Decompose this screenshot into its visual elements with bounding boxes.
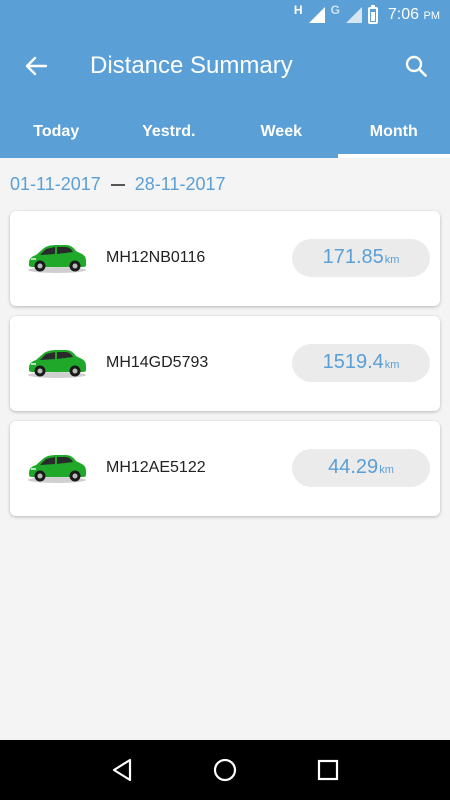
distance-value: 1519.4 xyxy=(322,351,384,373)
nav-home-button[interactable] xyxy=(205,750,245,790)
car-icon xyxy=(28,455,86,483)
tab-month[interactable]: Month xyxy=(337,112,450,158)
date-from[interactable]: 01-11-2017 xyxy=(10,174,101,195)
signal-icon xyxy=(308,7,325,23)
square-recents-icon xyxy=(318,759,339,781)
signal-icon xyxy=(345,7,362,23)
distance-badge: 1519.4 km xyxy=(292,344,430,382)
search-icon xyxy=(405,55,427,77)
page-title: Distance Summary xyxy=(90,52,293,79)
nav-back-button[interactable] xyxy=(102,750,142,790)
date-range: 01-11-2017 28-11-2017 xyxy=(10,174,226,195)
vehicle-plate: MH12NB0116 xyxy=(106,249,206,266)
system-nav-bar xyxy=(0,740,450,800)
tab-yesterday[interactable]: Yestrd. xyxy=(113,112,226,158)
distance-unit: km xyxy=(384,254,400,266)
back-arrow-icon xyxy=(25,56,47,76)
network-type-g: G xyxy=(330,3,340,17)
vehicle-card[interactable]: MH12AE5122 44.29 km xyxy=(10,421,440,516)
battery-icon xyxy=(367,4,378,24)
triangle-back-icon xyxy=(112,758,131,782)
search-button[interactable] xyxy=(396,48,436,84)
app-bar: Distance Summary Today Yestrd. Week Mont… xyxy=(0,30,450,158)
status-icons: H G 7:06 PM xyxy=(294,4,440,26)
distance-badge: 44.29 km xyxy=(292,449,430,487)
status-clock: 7:06 PM xyxy=(387,6,440,23)
distance-value: 44.29 xyxy=(328,456,379,478)
distance-value: 171.85 xyxy=(322,246,384,268)
status-bar: H G 7:06 PM xyxy=(0,0,450,30)
car-icon xyxy=(28,350,86,378)
date-to[interactable]: 28-11-2017 xyxy=(135,174,226,195)
tab-today[interactable]: Today xyxy=(0,112,113,158)
circle-home-icon xyxy=(213,758,237,782)
vehicle-card[interactable]: MH12NB0116 171.85 km xyxy=(10,211,440,306)
distance-unit: km xyxy=(384,359,400,371)
distance-badge: 171.85 km xyxy=(292,239,430,277)
vehicle-card[interactable]: MH14GD5793 1519.4 km xyxy=(10,316,440,411)
nav-recents-button[interactable] xyxy=(308,750,348,790)
tab-week[interactable]: Week xyxy=(225,112,338,158)
distance-unit: km xyxy=(379,464,394,476)
period-tabs: Today Yestrd. Week Month xyxy=(0,112,450,158)
vehicle-plate: MH14GD5793 xyxy=(106,354,209,371)
car-icon xyxy=(28,245,86,273)
vehicle-plate: MH12AE5122 xyxy=(106,459,206,476)
network-type-h: H xyxy=(293,3,303,17)
back-button[interactable] xyxy=(16,48,56,84)
date-separator xyxy=(110,183,125,186)
